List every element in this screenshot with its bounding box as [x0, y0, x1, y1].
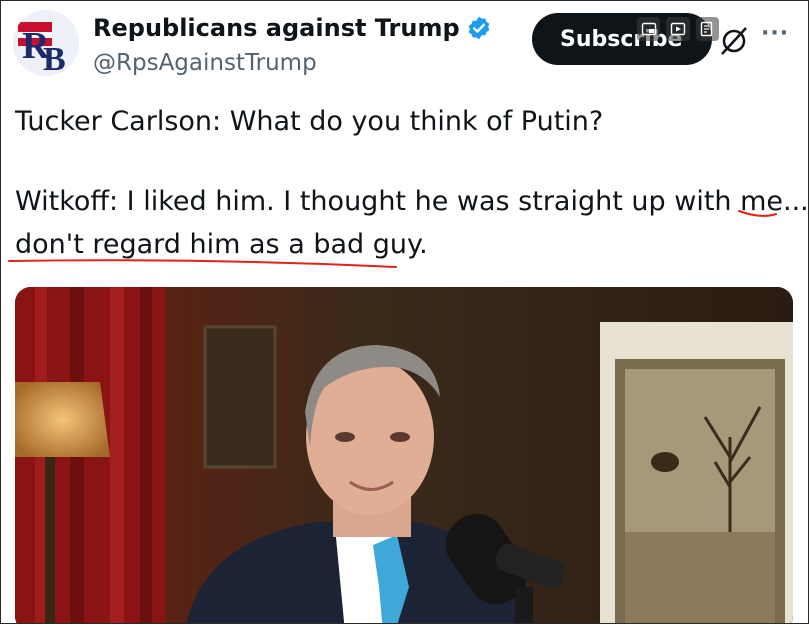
grok-icon[interactable] — [718, 25, 750, 57]
display-name-row: Republicans against Trump — [93, 14, 492, 42]
framed-painting — [600, 322, 793, 623]
verified-badge-icon — [468, 16, 489, 40]
avatar-letter-b: B — [43, 41, 66, 76]
post-text-line-2: Witkoff: I liked him. I thought he was s… — [15, 186, 809, 217]
post-card: R B Republicans against Trump @RpsAgains… — [0, 0, 809, 624]
play-in-window-icon[interactable] — [666, 17, 690, 41]
video-overlay-toolbar — [632, 13, 724, 45]
picture-in-picture-icon[interactable] — [637, 17, 661, 41]
edit-note-icon[interactable] — [695, 17, 719, 41]
post-text-line-1: Tucker Carlson: What do you think of Put… — [15, 106, 604, 137]
more-options-icon[interactable]: ··· — [761, 21, 789, 46]
post-text-line-3: don't regard him as a bad guy. — [15, 229, 428, 260]
handle[interactable]: @RpsAgainstTrump — [93, 50, 317, 76]
avatar[interactable]: R B — [13, 10, 79, 76]
display-name[interactable]: Republicans against Trump — [93, 14, 460, 42]
video-thumbnail[interactable] — [15, 287, 793, 623]
